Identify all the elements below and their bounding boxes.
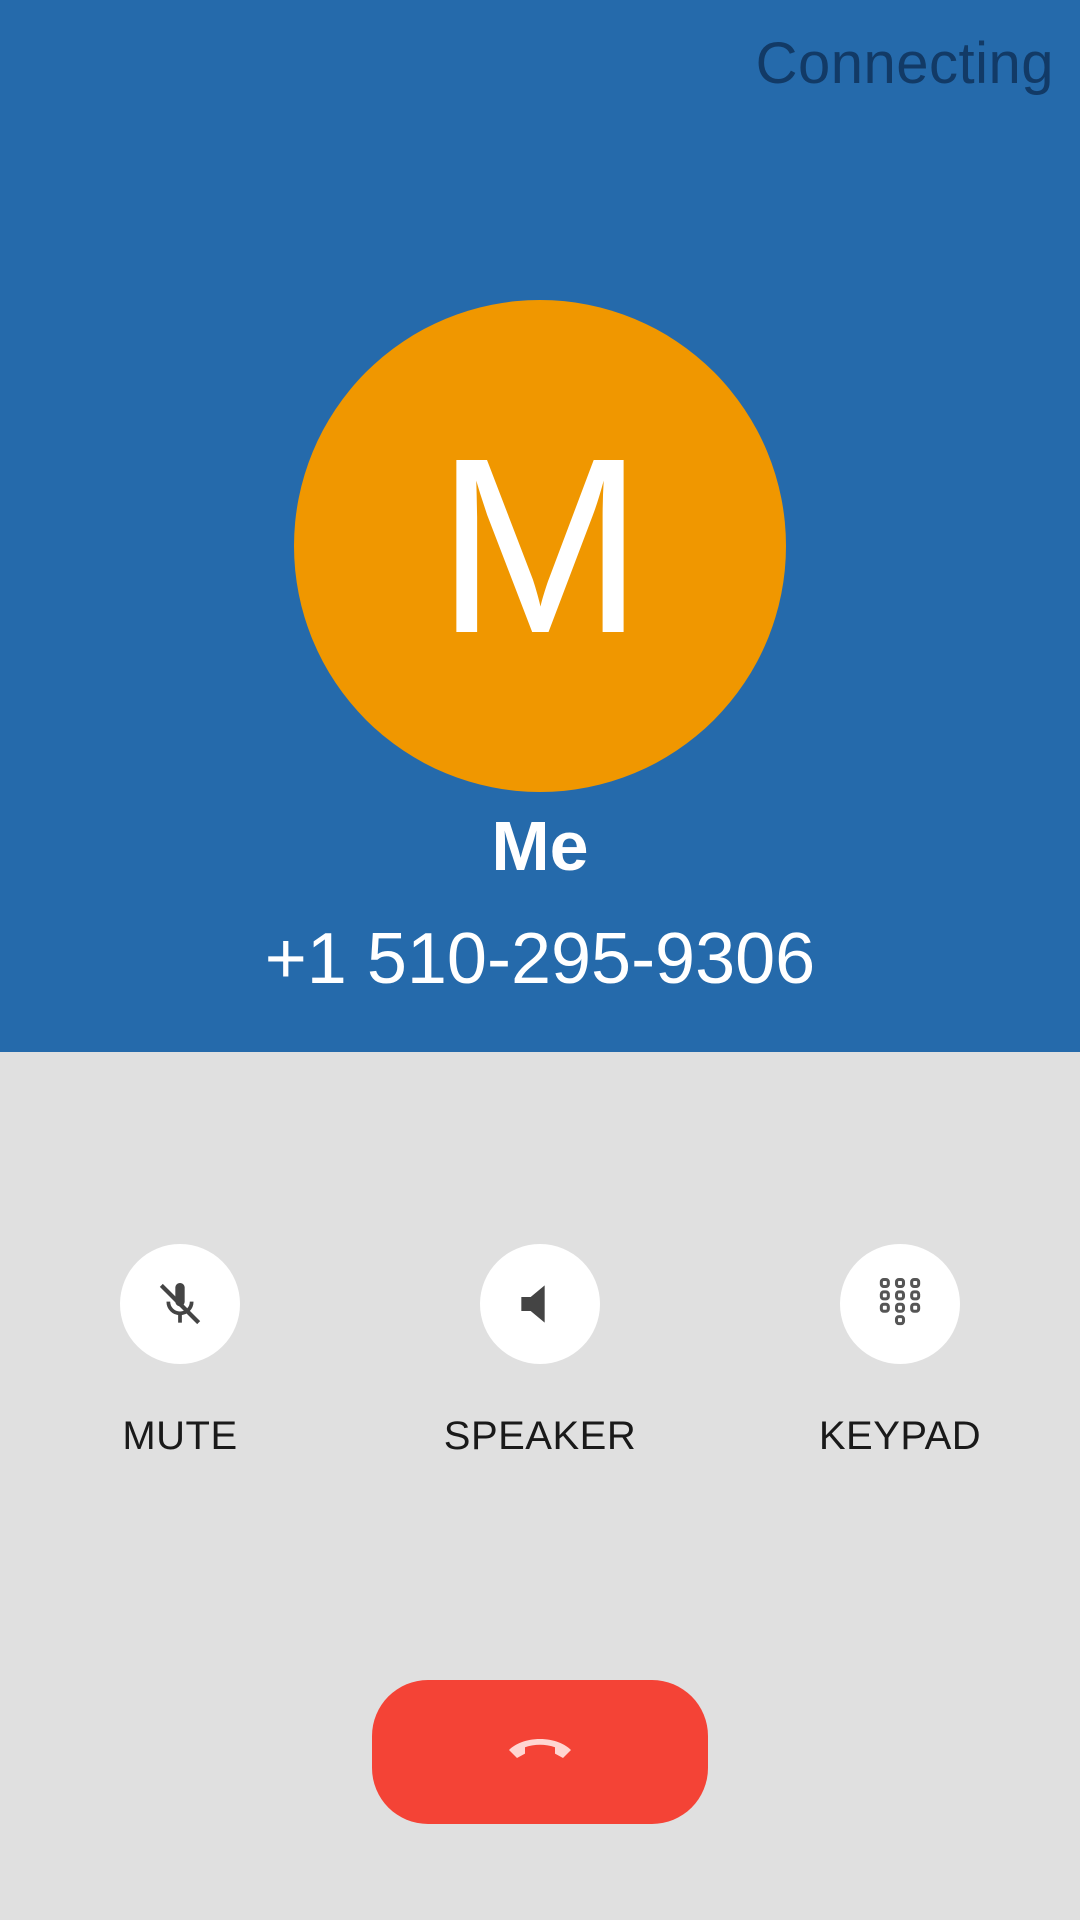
in-call-screen: Connecting M Me +1 510-295-9306 MUTE SPE…: [0, 0, 1080, 1920]
avatar-letter: M: [435, 406, 645, 685]
mute-label: MUTE: [122, 1414, 238, 1458]
phone-number: +1 510-295-9306: [264, 919, 816, 999]
keypad-button[interactable]: [840, 1244, 960, 1364]
speaker-label: SPEAKER: [443, 1414, 637, 1458]
call-header: Connecting M Me +1 510-295-9306: [0, 0, 1080, 1052]
end-call-button[interactable]: [372, 1680, 708, 1824]
dialpad-icon: [879, 1277, 921, 1326]
mute-control: MUTE: [30, 1244, 330, 1459]
call-end-icon: [509, 1739, 571, 1758]
call-status: Connecting: [755, 31, 1054, 96]
mic-off-icon: [159, 1283, 201, 1325]
contact-avatar: M: [294, 300, 786, 792]
mute-button[interactable]: [120, 1244, 240, 1364]
speaker-button[interactable]: [480, 1244, 600, 1364]
speaker-control: SPEAKER: [390, 1244, 690, 1459]
keypad-label: KEYPAD: [818, 1414, 982, 1458]
keypad-control: KEYPAD: [750, 1244, 1050, 1459]
contact-name: Me: [491, 807, 589, 885]
speaker-icon: [521, 1285, 545, 1323]
